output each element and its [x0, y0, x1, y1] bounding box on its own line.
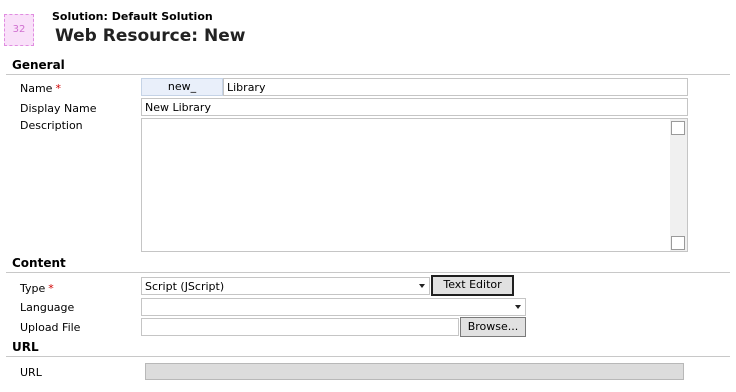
section-general-divider: [6, 74, 730, 75]
url-label: URL: [20, 366, 42, 379]
language-label: Language: [20, 301, 75, 314]
name-input[interactable]: Library: [223, 78, 688, 96]
url-field: [145, 363, 684, 380]
type-label-text: Type: [20, 282, 46, 295]
name-label-text: Name: [20, 82, 53, 95]
section-url-divider: [6, 356, 730, 357]
display-name-input[interactable]: New Library: [141, 98, 688, 116]
name-required-marker: *: [55, 82, 61, 95]
type-required-marker: *: [48, 282, 54, 295]
name-prefix: new_: [141, 78, 223, 96]
solution-label: Solution: Default Solution: [52, 10, 213, 23]
language-select[interactable]: [141, 298, 526, 316]
type-select[interactable]: Script (JScript): [141, 277, 430, 295]
page-title: Web Resource: New: [55, 26, 246, 46]
upload-file-input[interactable]: [141, 318, 459, 336]
browse-button[interactable]: Browse...: [460, 317, 526, 337]
type-label: Type *: [20, 282, 54, 295]
section-content-divider: [6, 272, 730, 273]
display-name-label: Display Name: [20, 102, 97, 115]
language-dropdown-chevron-icon[interactable]: [515, 305, 521, 309]
scroll-down-button[interactable]: [671, 236, 685, 250]
section-content-title: Content: [12, 256, 66, 270]
description-scrollbar[interactable]: [670, 119, 687, 251]
type-dropdown-chevron-icon[interactable]: [419, 284, 425, 288]
upload-file-label: Upload File: [20, 321, 81, 334]
text-editor-button[interactable]: Text Editor: [431, 275, 514, 296]
description-textarea[interactable]: [141, 118, 688, 252]
section-url-title: URL: [12, 340, 39, 354]
scroll-up-button[interactable]: [671, 121, 685, 135]
type-selected-value: Script (JScript): [145, 280, 225, 293]
description-label: Description: [20, 119, 83, 132]
name-label: Name *: [20, 82, 61, 95]
web-resource-icon-placeholder: 32: [4, 14, 34, 46]
section-general-title: General: [12, 58, 65, 72]
